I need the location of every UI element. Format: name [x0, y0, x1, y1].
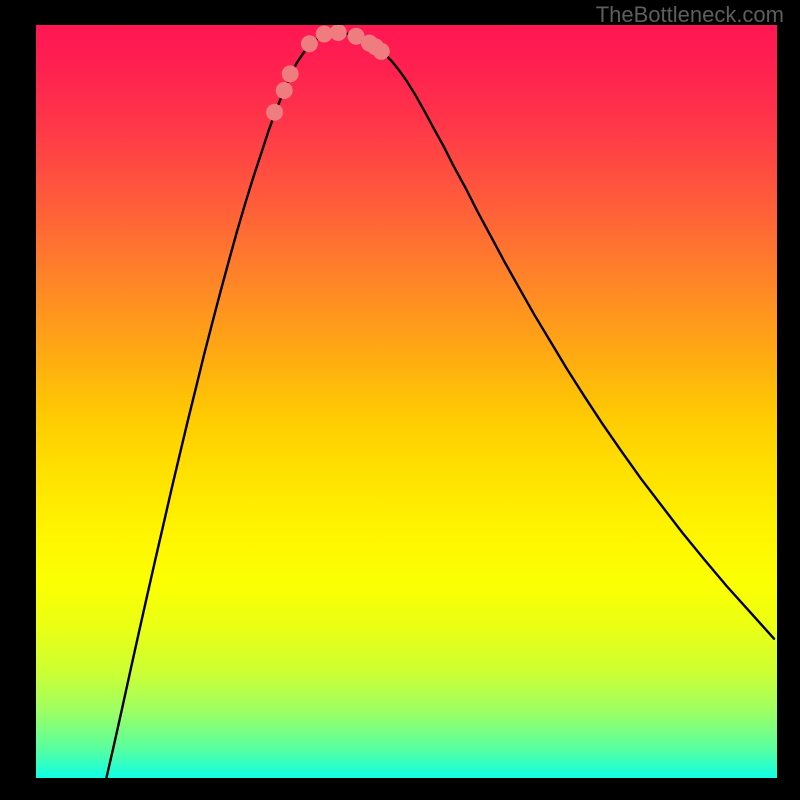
- chart-svg: [36, 25, 777, 778]
- bottleneck-curve: [106, 33, 774, 779]
- plot-area: [36, 25, 777, 778]
- chart-frame: TheBottleneck.com: [0, 0, 800, 800]
- highlight-markers: [266, 25, 390, 121]
- watermark-text: TheBottleneck.com: [596, 2, 784, 28]
